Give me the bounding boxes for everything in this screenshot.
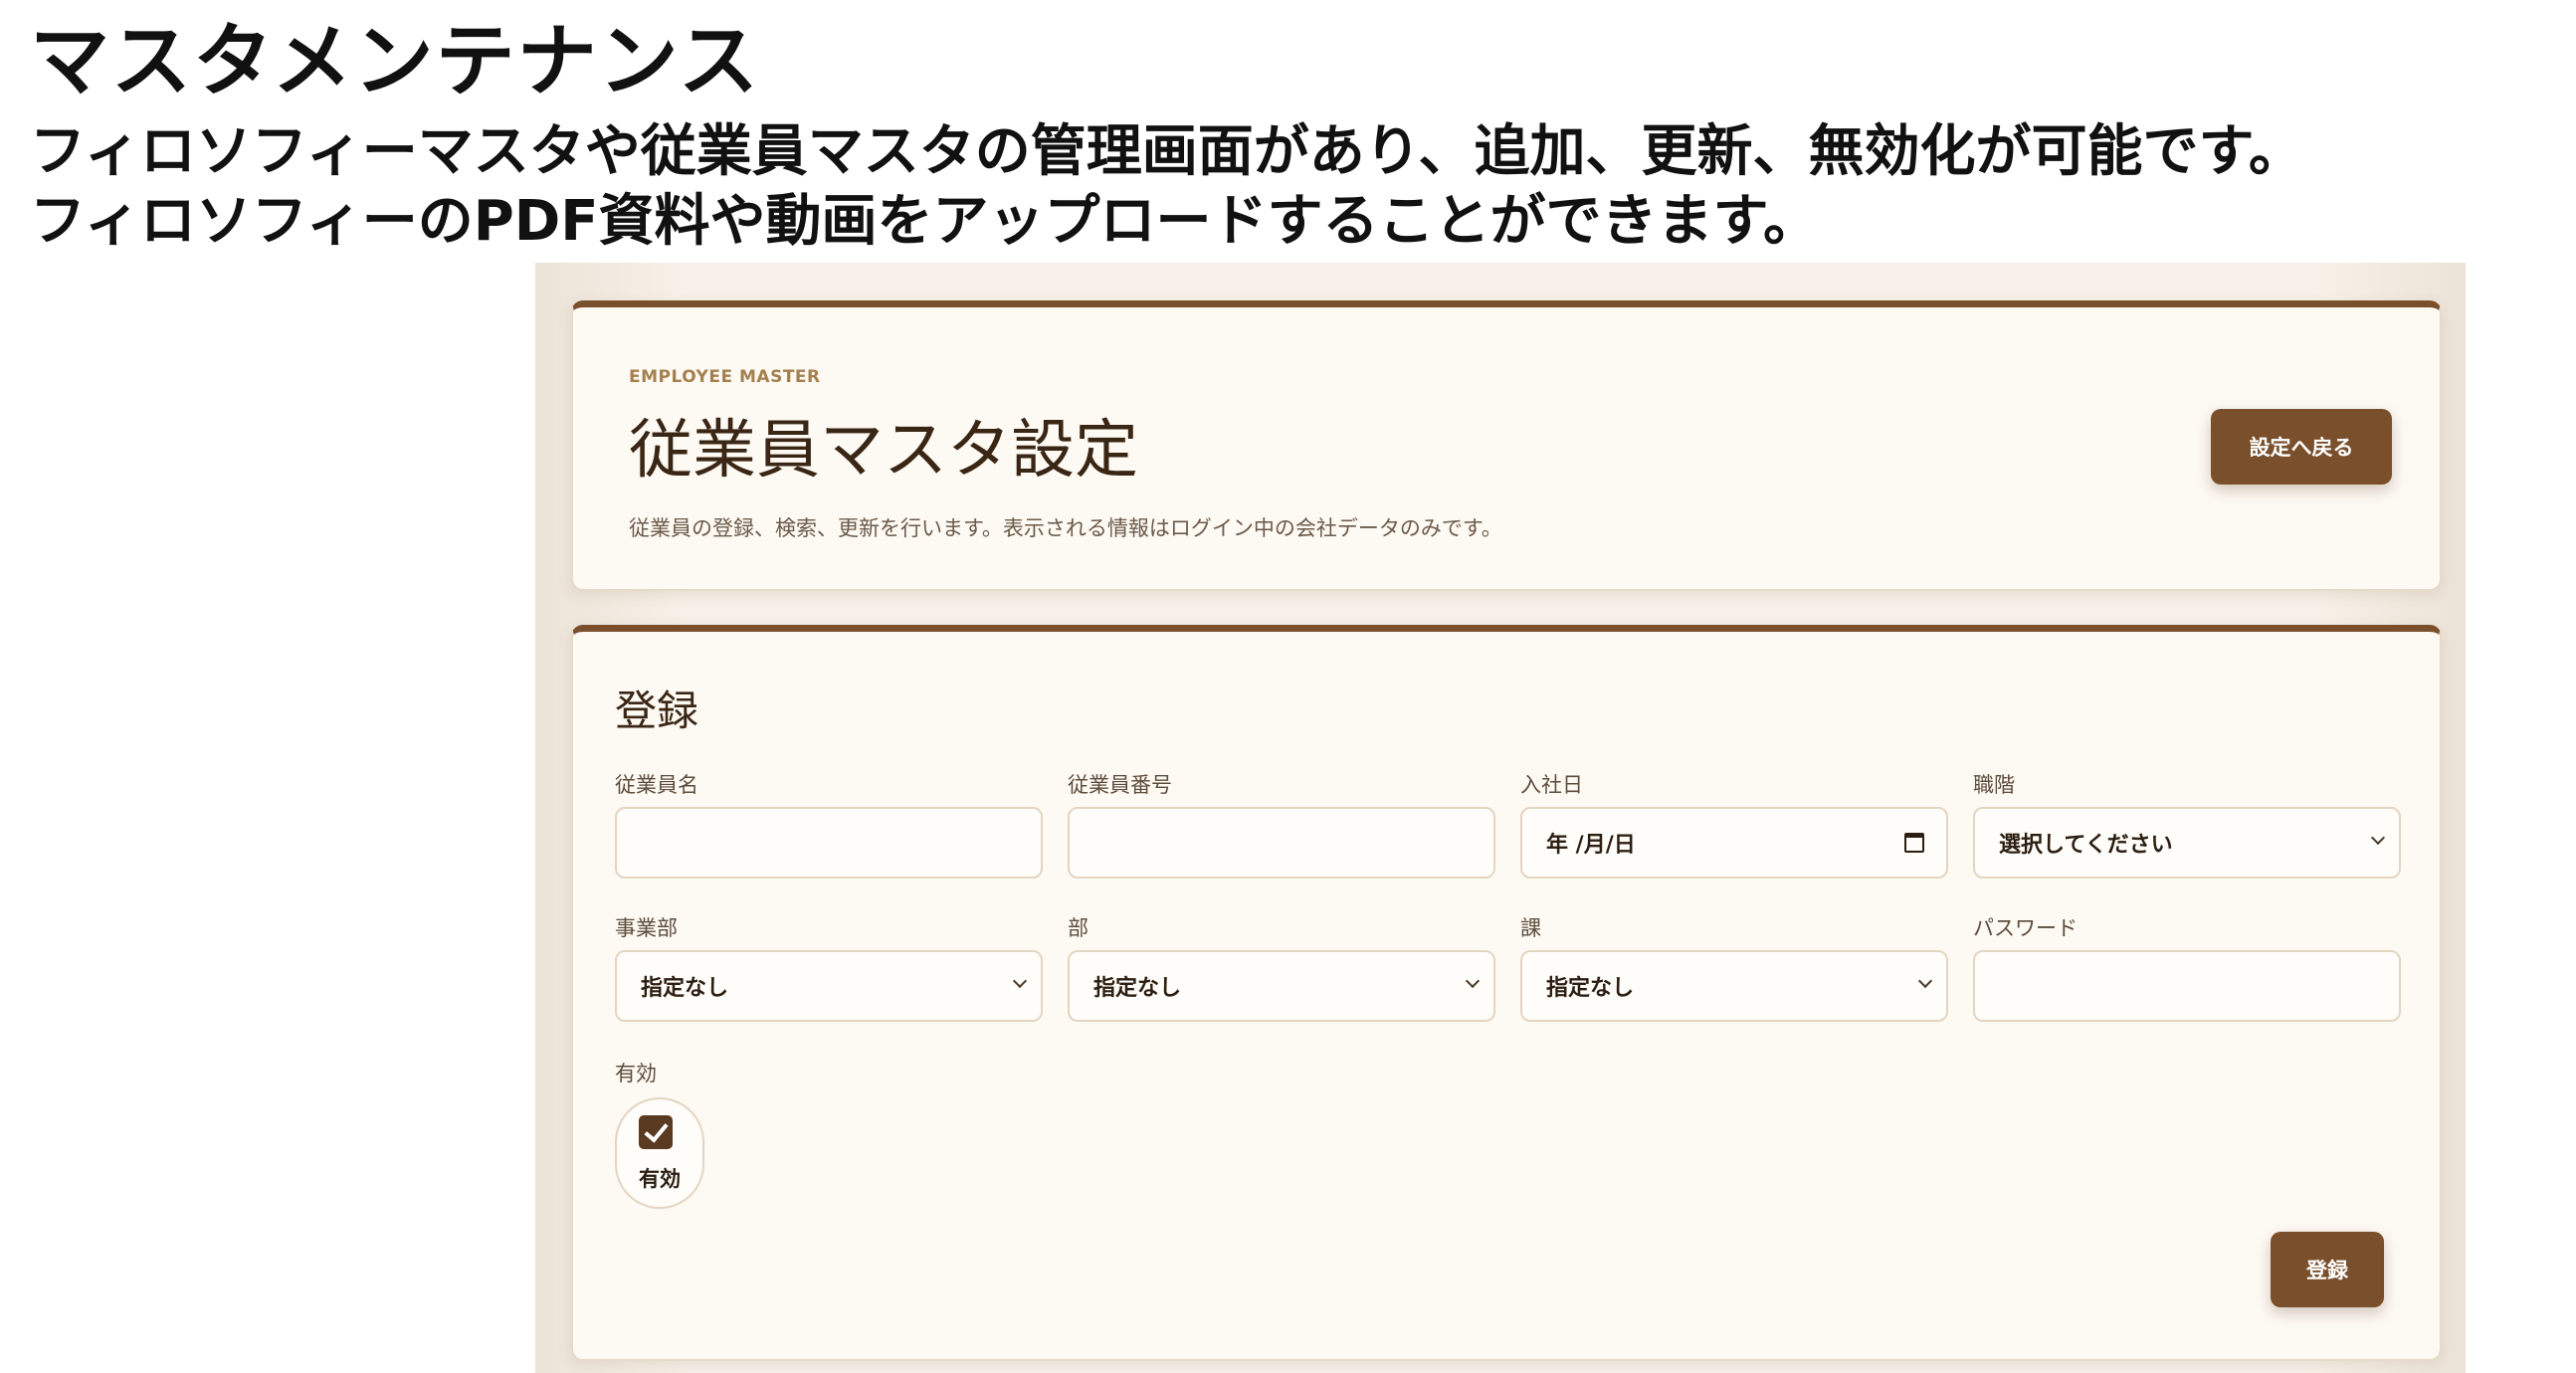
division-label: 事業部	[615, 916, 678, 940]
employee-name-input[interactable]	[615, 807, 1043, 879]
chevron-down-icon	[1012, 973, 1028, 989]
active-checkbox-label: 有効	[639, 1167, 681, 1191]
join-date-input[interactable]: 年 /月/日	[1520, 807, 1948, 879]
position-label: 職階	[1973, 773, 2015, 797]
slide-description: フィロソフィーマスタや従業員マスタの管理画面があり、追加、更新、無効化が可能です…	[30, 117, 2304, 257]
employee-name-label: 従業員名	[615, 773, 698, 797]
check-icon[interactable]	[639, 1115, 673, 1149]
section-label: 課	[1520, 916, 1541, 940]
eyebrow-label: EMPLOYEE MASTER	[629, 367, 821, 387]
department-select-value: 指定なし	[1093, 976, 1182, 1001]
position-select-value: 選択してください	[1999, 833, 2173, 858]
section-select[interactable]: 指定なし	[1520, 950, 1948, 1022]
calendar-icon[interactable]	[1904, 833, 1924, 853]
slide-description-line-2: フィロソフィーのPDF資料や動画をアップロードすることができます。	[30, 189, 1819, 254]
active-label: 有効	[615, 1062, 657, 1085]
chevron-down-icon	[1465, 973, 1481, 989]
join-date-value: 年 /月/日	[1546, 833, 1636, 858]
slide-title: マスタメンテナンス	[30, 15, 760, 107]
back-to-settings-button[interactable]: 設定へ戻る	[2211, 409, 2392, 485]
position-select[interactable]: 選択してください	[1973, 807, 2401, 879]
password-input[interactable]	[1973, 950, 2401, 1022]
active-toggle[interactable]: 有効	[615, 1097, 704, 1209]
chevron-down-icon	[2370, 830, 2386, 846]
division-select-value: 指定なし	[641, 976, 729, 1001]
header-card: EMPLOYEE MASTER 従業員マスタ設定 従業員の登録、検索、更新を行い…	[571, 300, 2442, 591]
registration-card: 登録 従業員名 従業員番号 入社日 職階 年 /月/日 選択してください 事業部…	[571, 625, 2442, 1361]
department-select[interactable]: 指定なし	[1068, 950, 1495, 1022]
app-screenshot: EMPLOYEE MASTER 従業員マスタ設定 従業員の登録、検索、更新を行い…	[535, 263, 2466, 1373]
slide-description-line-1: フィロソフィーマスタや従業員マスタの管理画面があり、追加、更新、無効化が可能です…	[30, 119, 2304, 184]
join-date-label: 入社日	[1520, 773, 1583, 797]
register-button[interactable]: 登録	[2271, 1232, 2384, 1307]
chevron-down-icon	[1917, 973, 1933, 989]
department-label: 部	[1068, 916, 1089, 940]
employee-number-input[interactable]	[1068, 807, 1495, 879]
division-select[interactable]: 指定なし	[615, 950, 1043, 1022]
section-title: 登録	[615, 686, 699, 735]
page-title: 従業員マスタ設定	[629, 414, 1138, 488]
employee-number-label: 従業員番号	[1068, 773, 1172, 797]
password-label: パスワード	[1973, 916, 2078, 940]
page-subtitle: 従業員の登録、検索、更新を行います。表示される情報はログイン中の会社データのみで…	[629, 516, 1502, 540]
section-select-value: 指定なし	[1546, 976, 1635, 1001]
